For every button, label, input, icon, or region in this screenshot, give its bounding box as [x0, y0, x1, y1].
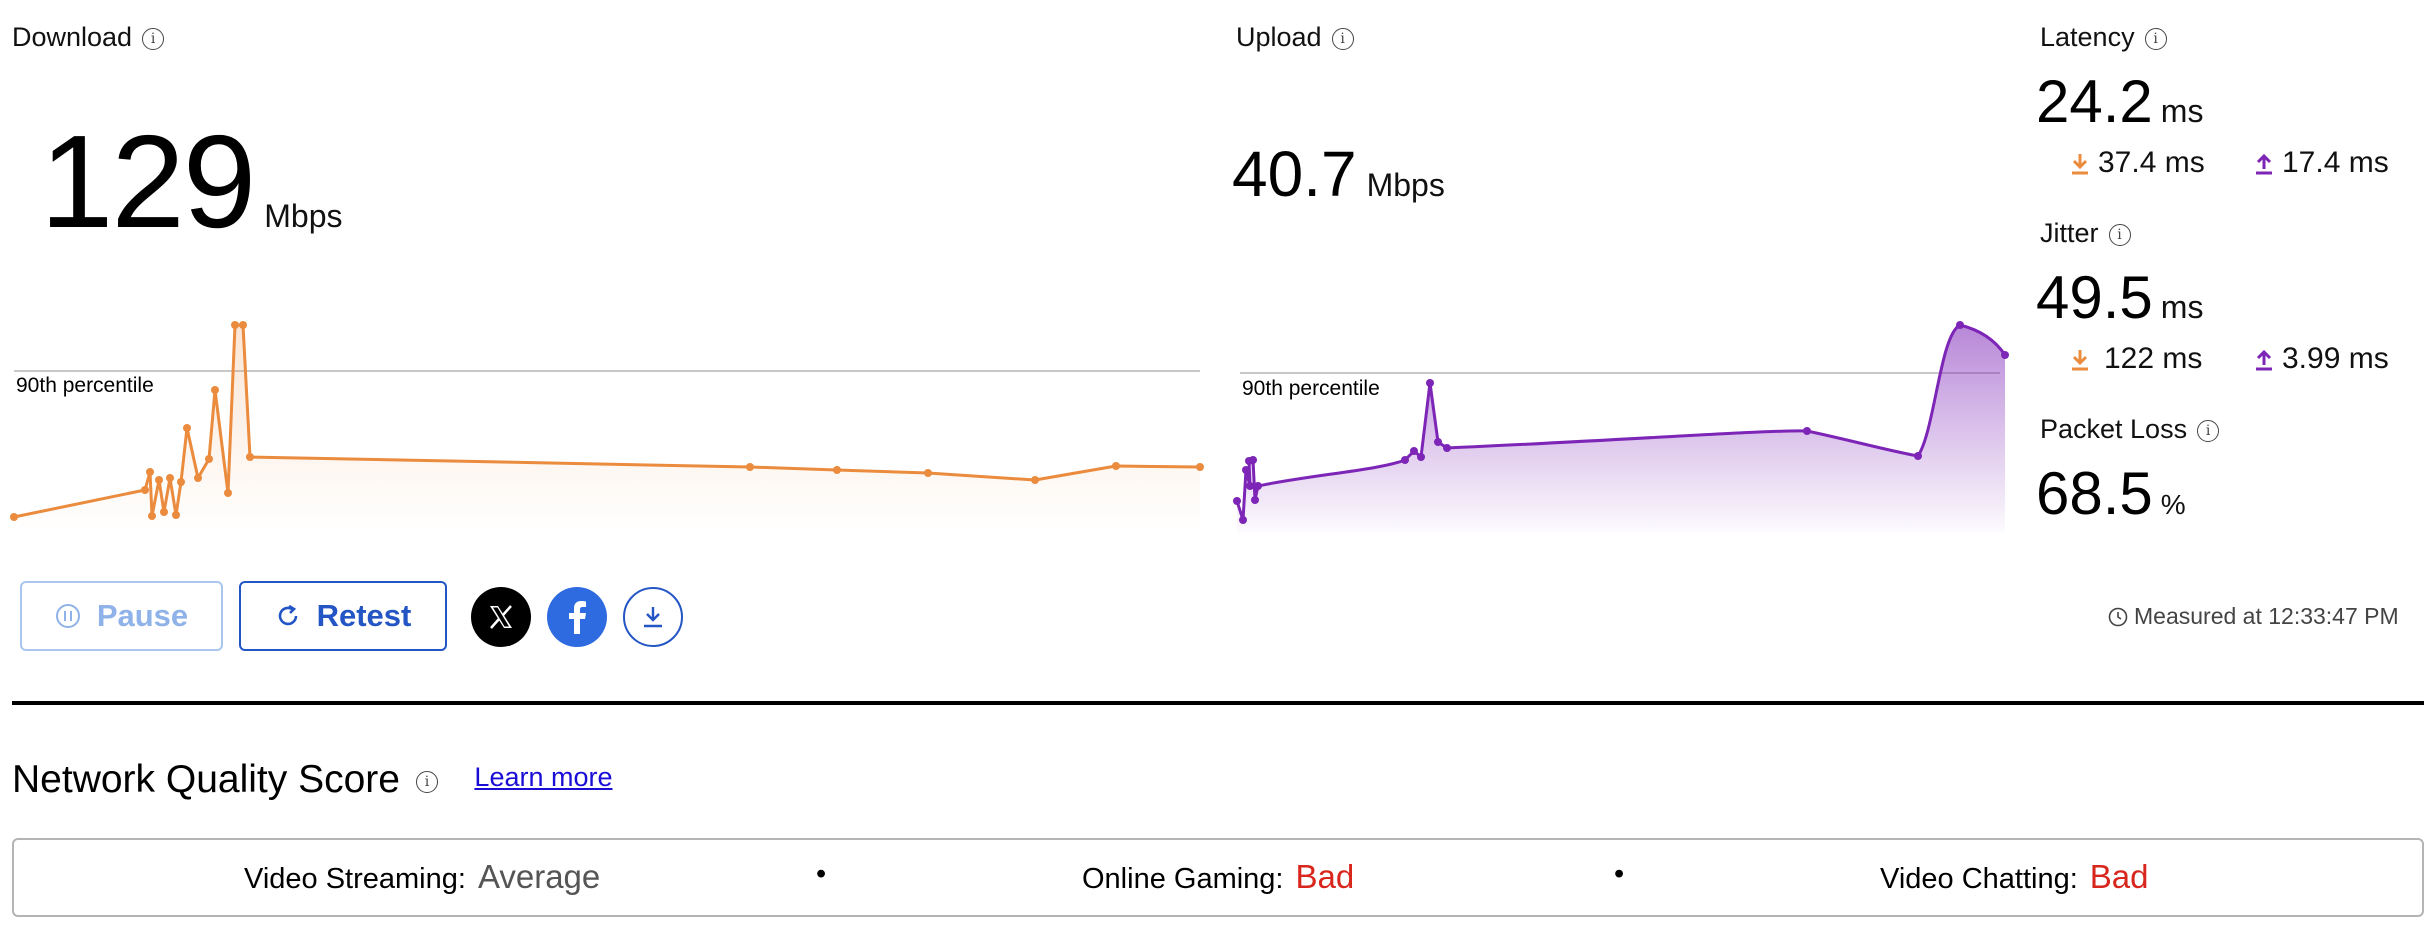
learn-more-link[interactable]: Learn more	[474, 762, 612, 792]
packet-loss-label-row: Packet Loss i	[2040, 414, 2220, 445]
refresh-icon	[278, 604, 297, 626]
latency-download-value: 37.4 ms	[2098, 146, 2205, 179]
upload-graph: 90th percentile	[1233, 321, 2009, 532]
x-logo-icon	[490, 605, 512, 629]
latency-value-row: 24.2 ms	[2036, 72, 2203, 132]
quality-bullet: •	[816, 858, 827, 890]
upload-unit: Mbps	[1366, 167, 1445, 203]
latency-download: 37.4 ms	[2070, 146, 2205, 180]
upload-percentile-label: 90th percentile	[1242, 377, 1380, 400]
jitter-unit: ms	[2160, 289, 2204, 325]
section-divider	[12, 701, 2424, 705]
upload-info-icon[interactable]: i	[1331, 28, 1354, 50]
quality-item-value: Bad	[2089, 858, 2149, 895]
upload-value-row: 40.7 Mbps	[1232, 142, 1445, 206]
pause-icon	[55, 604, 80, 628]
latency-label: Latency	[2040, 22, 2135, 52]
pause-label: Pause	[96, 598, 189, 633]
latency-value: 24.2	[2036, 68, 2153, 135]
upload-arrow-icon	[2256, 153, 2272, 175]
latency-info-icon[interactable]: i	[2144, 28, 2167, 50]
quality-bullet: •	[1614, 858, 1625, 890]
quality-box: Video Streaming: Average • Online Gaming:…	[12, 838, 2424, 917]
upload-label: Upload	[1236, 22, 1322, 52]
download-value-row: 129 Mbps	[40, 116, 343, 248]
download-value: 129	[40, 108, 256, 255]
quality-header: Network Quality Score i Learn more	[12, 758, 613, 802]
packet-loss-label: Packet Loss	[2040, 414, 2188, 444]
retest-label: Retest	[316, 598, 412, 633]
jitter-label-row: Jitter i	[2040, 218, 2131, 249]
jitter-value-row: 49.5 ms	[2036, 268, 2203, 328]
share-facebook-button[interactable]	[547, 587, 607, 647]
upload-area	[1237, 325, 2005, 532]
upload-value: 40.7	[1232, 138, 1357, 210]
packet-loss-unit: %	[2160, 489, 2186, 520]
download-area	[14, 325, 1200, 532]
download-label: Download	[12, 22, 133, 52]
jitter-upload-value: 3.99 ms	[2282, 342, 2389, 375]
jitter-upload: 3.99 ms	[2254, 342, 2389, 376]
download-percentile-label: 90th percentile	[16, 374, 154, 397]
latency-label-row: Latency i	[2040, 22, 2167, 53]
facebook-icon	[569, 601, 586, 634]
jitter-download: 122 ms	[2070, 342, 2202, 376]
packet-loss-value-row: 68.5%	[2036, 464, 2186, 524]
quality-item-label: Video Chatting:	[1880, 863, 2078, 895]
jitter-value: 49.5	[2036, 264, 2153, 331]
retest-button[interactable]: Retest	[239, 581, 447, 651]
jitter-label: Jitter	[2040, 218, 2099, 248]
download-info-icon[interactable]: i	[142, 28, 165, 50]
download-arrow-icon	[2072, 154, 2088, 175]
quality-item-video-chatting: Video Chatting: Bad	[1880, 858, 2149, 896]
download-icon	[644, 607, 662, 628]
latency-upload-value: 17.4 ms	[2282, 146, 2389, 179]
measured-at-text: Measured at 12:33:47 PM	[2134, 603, 2399, 629]
latency-upload: 17.4 ms	[2254, 146, 2389, 180]
pause-button[interactable]: Pause	[20, 581, 223, 651]
upload-label-row: Upload i	[1236, 22, 1354, 53]
quality-item-value: Average	[477, 858, 601, 895]
measured-at: Measured at 12:33:47 PM	[2108, 603, 2399, 630]
latency-unit: ms	[2160, 93, 2204, 129]
packet-loss-info-icon[interactable]: i	[2197, 420, 2220, 442]
quality-item-online-gaming: Online Gaming: Bad	[1082, 858, 1354, 896]
download-label-row: Download i	[12, 22, 165, 53]
download-unit: Mbps	[264, 198, 343, 234]
quality-title: Network Quality Score	[12, 758, 400, 801]
jitter-download-value: 122 ms	[2104, 342, 2203, 375]
quality-item-value: Bad	[1295, 858, 1355, 895]
clock-icon	[2108, 607, 2128, 627]
quality-item-label: Video Streaming:	[244, 863, 466, 895]
upload-arrow-icon	[2256, 349, 2272, 371]
quality-item-label: Online Gaming:	[1082, 863, 1284, 895]
packet-loss-value: 68.5	[2036, 460, 2153, 527]
quality-item-video-streaming: Video Streaming: Average	[244, 858, 600, 896]
download-results-button[interactable]	[623, 587, 683, 647]
quality-info-icon[interactable]: i	[415, 771, 438, 793]
download-arrow-icon	[2072, 350, 2088, 371]
share-x-button[interactable]	[471, 587, 531, 647]
jitter-info-icon[interactable]: i	[2108, 224, 2131, 246]
download-graph: 90th percentile	[10, 321, 1204, 532]
